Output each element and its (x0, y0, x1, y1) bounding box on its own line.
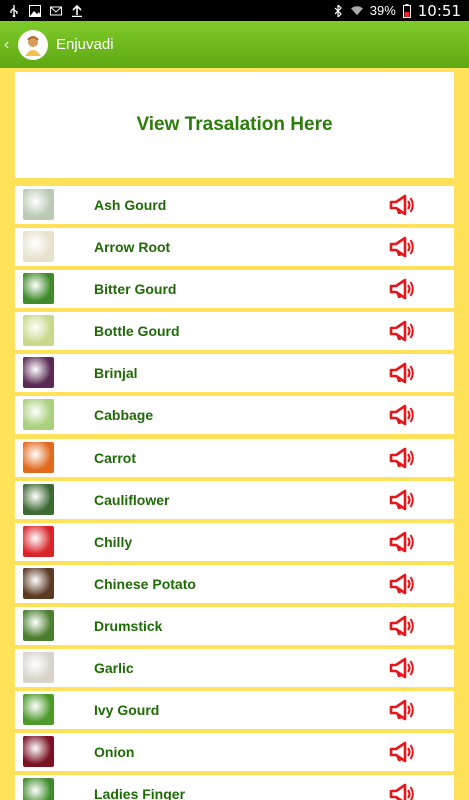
translation-banner[interactable]: View Trasalation Here (15, 72, 454, 178)
speaker-icon[interactable] (389, 656, 415, 680)
speaker-icon[interactable] (389, 698, 415, 722)
speaker-icon[interactable] (389, 277, 415, 301)
vegetable-name: Drumstick (94, 617, 163, 634)
speaker-icon[interactable] (389, 319, 415, 343)
speaker-icon[interactable] (389, 235, 415, 259)
vegetable-name: Cabbage (94, 407, 154, 424)
speaker-icon[interactable] (389, 446, 415, 470)
vegetable-row[interactable]: Cauliflower (15, 480, 454, 519)
back-chevron-icon[interactable]: ‹ (4, 36, 16, 54)
vegetable-row[interactable]: Chinese Potato (15, 564, 454, 603)
vegetable-row[interactable]: Garlic (15, 649, 454, 688)
vegetable-row[interactable]: Chilly (15, 522, 454, 561)
vegetable-row[interactable]: Bitter Gourd (15, 270, 454, 309)
vegetable-row[interactable]: Brinjal (15, 354, 454, 393)
vegetable-name: Chinese Potato (94, 575, 196, 592)
image-icon (29, 4, 41, 17)
vegetable-name: Ash Gourd (94, 197, 167, 213)
usb-icon (10, 4, 18, 17)
vegetable-row[interactable]: Ash Gourd (15, 186, 454, 224)
battery-icon (402, 3, 411, 18)
speaker-icon[interactable] (389, 193, 415, 217)
mail-icon (50, 6, 62, 15)
vegetable-list: Ash Gourd Arrow Root Bitter Gourd Bottle Go… (15, 186, 454, 800)
vegetable-thumbnail (23, 694, 54, 726)
vegetable-thumbnail (23, 483, 54, 515)
app-logo-icon[interactable] (18, 29, 48, 60)
speaker-icon[interactable] (389, 740, 415, 764)
vegetable-thumbnail (23, 441, 54, 473)
speaker-icon[interactable] (389, 530, 415, 554)
vegetable-thumbnail (23, 273, 54, 305)
vegetable-name: Cauliflower (94, 491, 170, 508)
battery-percent: 39% (369, 3, 396, 18)
banner-text: View Trasalation Here (136, 114, 333, 135)
vegetable-row[interactable]: Carrot (15, 438, 454, 477)
vegetable-thumbnail (23, 609, 54, 641)
vegetable-thumbnail (23, 652, 54, 684)
bluetooth-icon (334, 4, 342, 17)
vegetable-name: Garlic (94, 660, 134, 677)
vegetable-row[interactable]: Drumstick (15, 606, 454, 645)
vegetable-row[interactable]: Bottle Gourd (15, 312, 454, 351)
vegetable-thumbnail (23, 525, 54, 557)
speaker-icon[interactable] (389, 782, 415, 800)
clock: 10:51 (417, 1, 461, 20)
system-icons: 39% 10:51 (332, 2, 461, 20)
vegetable-row[interactable]: Cabbage (15, 396, 454, 435)
vegetable-row[interactable]: Arrow Root (15, 228, 454, 267)
app-title: Enjuvadi (56, 36, 114, 53)
vegetable-name: Carrot (94, 449, 137, 466)
status-bar: 39% 10:51 (0, 0, 469, 21)
vegetable-name: Bottle Gourd (94, 323, 180, 340)
main-content: View Trasalation Here Ash Gourd Arrow Roo… (0, 72, 469, 800)
vegetable-name: Ladies Finger (94, 786, 186, 800)
vegetable-name: Brinjal (94, 365, 138, 382)
speaker-icon[interactable] (389, 614, 415, 638)
vegetable-name: Ivy Gourd (94, 702, 160, 719)
vegetable-thumbnail (23, 567, 54, 599)
vegetable-thumbnail (23, 778, 54, 800)
vegetable-name: Bitter Gourd (94, 281, 177, 298)
speaker-icon[interactable] (389, 361, 415, 385)
vegetable-name: Chilly (94, 533, 133, 550)
vegetable-thumbnail (23, 736, 54, 768)
notification-icons (8, 4, 83, 17)
vegetable-thumbnail (23, 399, 54, 431)
vegetable-row[interactable]: Ladies Finger (15, 775, 454, 800)
speaker-icon[interactable] (389, 572, 415, 596)
vegetable-name: Onion (94, 744, 135, 761)
vegetable-name: Arrow Root (94, 239, 171, 256)
speaker-icon[interactable] (389, 403, 415, 427)
vegetable-thumbnail (23, 315, 54, 347)
wifi-icon (350, 5, 363, 15)
action-bar: ‹ Enjuvadi (0, 21, 469, 68)
vegetable-row[interactable]: Onion (15, 733, 454, 772)
vegetable-thumbnail (23, 189, 54, 220)
upload-icon (72, 4, 82, 17)
vegetable-thumbnail (23, 231, 54, 263)
speaker-icon[interactable] (389, 488, 415, 512)
vegetable-row[interactable]: Ivy Gourd (15, 691, 454, 730)
vegetable-thumbnail (23, 357, 54, 389)
